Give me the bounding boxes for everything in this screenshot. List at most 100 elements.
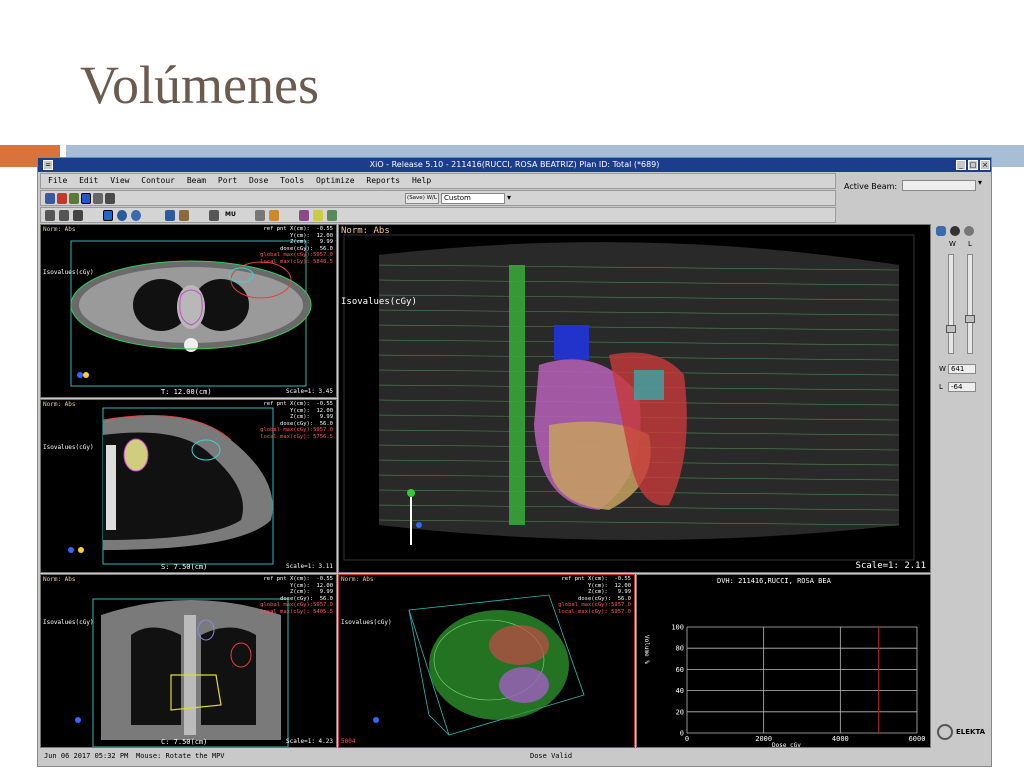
menu-dose[interactable]: Dose [249,176,268,185]
dvh-y-tick-label: 40 [676,687,684,695]
window-width-thumb[interactable] [946,325,956,333]
view-coronal[interactable]: Norm: Abs Isovalues(cGy) ref pnt X(cm): … [40,574,337,748]
render3d-image [343,234,915,561]
view-sagittal[interactable]: Norm: Abs Isovalues(cGy) ref pnt X(cm): … [40,399,337,573]
menu-edit[interactable]: Edit [79,176,98,185]
mpv-norm: Norm: Abs [341,576,374,583]
print-icon[interactable] [255,210,265,221]
menu-beam[interactable]: Beam [187,176,206,185]
scale-icon[interactable] [209,210,219,221]
sagittal-scale: Scale=1: 3.11 [286,563,333,570]
view-mpv[interactable]: Norm: Abs Isovalues(cGy) ref pnt X(cm): … [338,574,635,748]
coronal-info: ref pnt X(cm): -0.55 Y(cm): 12.00 Z(cm):… [260,576,333,615]
chevron-down-icon[interactable]: ▾ [507,191,511,205]
view-dvh[interactable]: DVH: 211416,RUCCI, ROSA BEA 0 20 40 60 80 100… [636,574,931,748]
dvh-chart: 0 20 40 60 80 100 0 2000 4000 6000 Dose cGy Volume … [643,624,926,748]
transverse-slice: T: 12.00(cm) [161,388,212,396]
structure-icon[interactable] [299,210,309,221]
mu-label[interactable]: MU [225,208,236,222]
menu-tools[interactable]: Tools [280,176,304,185]
sagittal-info: ref pnt X(cm): -0.55 Y(cm): 12.00 Z(cm):… [260,401,333,440]
coronal-isovalues: Isovalues(cGy) [43,619,94,626]
grid-icon[interactable] [69,193,79,204]
menu-view[interactable]: View [110,176,129,185]
active-beam-label: Active Beam: [844,182,898,191]
view-3d-render[interactable]: Norm: Abs Isovalues(cGy) Scale=1: 2.11 [338,224,931,573]
zoom-in-icon[interactable] [45,210,55,221]
coronal-scale: Scale=1: 4.23 [286,738,333,745]
window-level-thumb[interactable] [965,315,975,323]
dvh-y-tick-label: 60 [676,666,684,674]
save-icon[interactable] [73,210,83,221]
window-title: XiO - Release 5.10 - 211416(RUCCI, ROSA … [369,160,660,169]
view-2d-icon[interactable] [103,210,113,221]
contour-icon[interactable] [81,193,91,204]
transverse-norm: Norm: Abs [43,226,76,233]
active-beam-select[interactable] [902,180,976,191]
menu-optimize[interactable]: Optimize [316,176,355,185]
beam-icon[interactable] [57,193,67,204]
dvh-y-tick-label: 80 [676,645,684,653]
menu-contour[interactable]: Contour [141,176,175,185]
save-wl-button[interactable]: (Save) W/L [405,193,439,204]
dvh-y-axis-label: Volume % [643,635,650,664]
window-width-slider[interactable] [946,254,956,354]
active-beam-chevron-down-icon[interactable]: ▾ [978,178,982,187]
window-width-field[interactable]: 641 [948,364,976,374]
dvh-x-tick-label: 4000 [832,735,849,743]
status-datetime: Jun 06 2017 05:32 PM [44,752,129,760]
ruler-icon[interactable] [179,210,189,221]
rotate-icon[interactable] [131,210,141,221]
l-label: L [968,240,972,248]
globe-icon[interactable] [117,210,127,221]
settings-icon[interactable] [105,193,115,204]
brush-icon[interactable] [327,210,337,221]
wrench-icon[interactable] [93,193,103,204]
menu-port[interactable]: Port [218,176,237,185]
render3d-scale: Scale=1: 2.11 [855,561,926,571]
l-field-label: L [939,383,943,391]
close-icon[interactable]: × [980,160,990,170]
menu-reports[interactable]: Reports [366,176,400,185]
dvh-x-tick-label: 6000 [909,735,926,743]
window-level-slider[interactable] [965,254,975,354]
render3d-norm: Norm: Abs [341,226,390,236]
toolbar-top: (Save) W/L Custom ▾ [40,190,836,206]
dvh-y-tick-label: 0 [680,730,684,738]
wl-preset-select[interactable]: Custom [441,193,505,204]
status-mouse: Mouse: Rotate the MPV [136,752,225,760]
maximize-icon[interactable]: □ [968,160,978,170]
highlight-icon[interactable] [313,210,323,221]
menu-file[interactable]: File [48,176,67,185]
zoom-out-icon[interactable] [59,210,69,221]
dvh-icon[interactable] [269,210,279,221]
render3d-isovalues: Isovalues(cGy) [341,297,417,307]
coronal-slice: C: 7.50(cm) [161,738,208,746]
toolbar-bottom: MU [40,207,836,223]
w-label: W [949,240,956,248]
view-transverse[interactable]: Norm: Abs Isovalues(cGy) ref pnt X(cm): … [40,224,337,398]
slide-title: Volúmenes [80,55,319,115]
window-menu-icon[interactable]: = [43,160,53,170]
sagittal-norm: Norm: Abs [43,401,76,408]
sagittal-slice: S: 7.50(cm) [161,563,208,571]
view-cube-icon[interactable] [936,226,946,236]
window-level-field[interactable]: -64 [948,382,976,392]
patient-icon[interactable] [45,193,55,204]
dvh-y-tick-label: 20 [676,708,684,716]
contour-tool-icon[interactable] [165,210,175,221]
window-titlebar: XiO - Release 5.10 - 211416(RUCCI, ROSA … [38,158,991,172]
minimize-icon[interactable]: _ [956,160,966,170]
dvh-y-tick-label: 100 [671,624,684,632]
dvh-x-axis-label: Dose cGy [772,742,801,748]
camera-icon[interactable] [964,226,974,236]
eye-icon[interactable] [950,226,960,236]
vendor-label: ELEKTA [956,728,986,736]
dvh-x-tick-label: 2000 [755,735,772,743]
dvh-x-tick-label: 0 [685,735,689,743]
status-dose: Dose Valid [530,752,573,760]
coronal-norm: Norm: Abs [43,576,76,583]
menu-help[interactable]: Help [412,176,431,185]
w-field-label: W [939,365,946,373]
elekta-logo-icon [937,724,953,740]
